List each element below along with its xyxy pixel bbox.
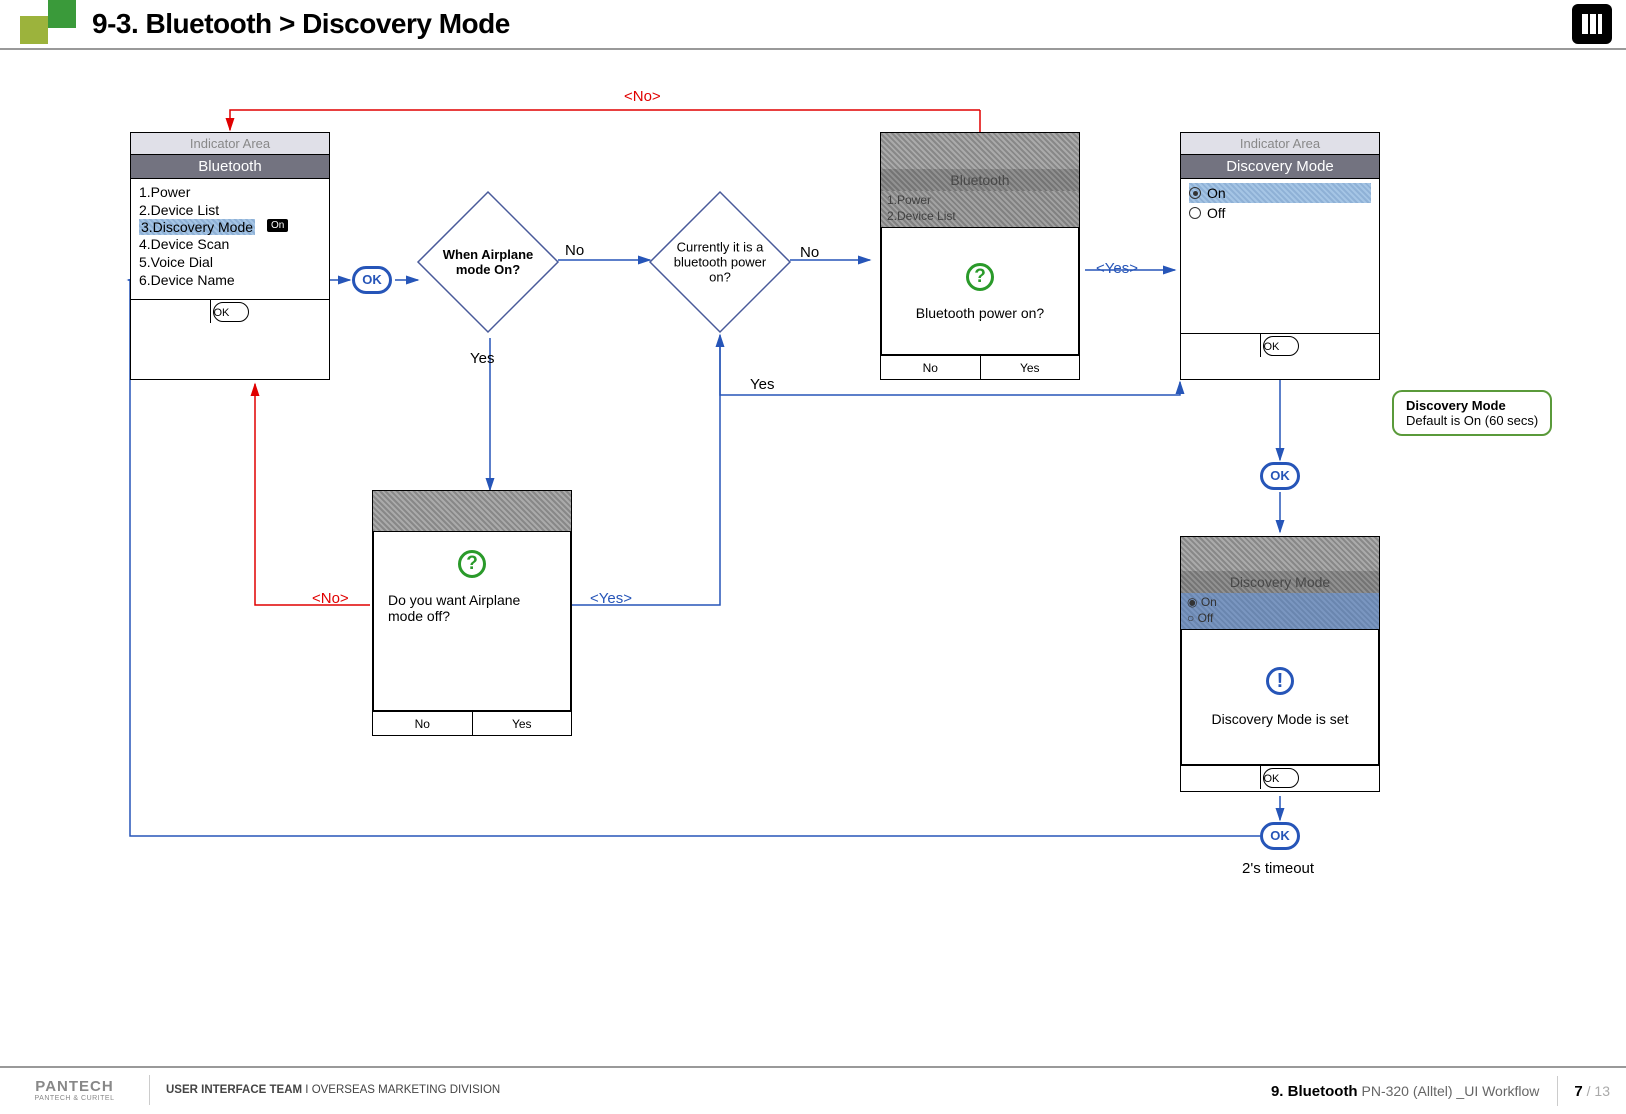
dimmed-title: Bluetooth: [881, 169, 1079, 191]
menu-item[interactable]: 1.Power: [139, 183, 321, 201]
decision-bt-power: Currently it is a bluetooth power on?: [650, 192, 790, 332]
pantech-logo: PANTECH PANTECH & CURITEL: [0, 1075, 150, 1105]
edge-label-no: <No>: [624, 88, 661, 105]
screen-airplane-popup: ? Do you want Airplane mode off? No Yes: [372, 490, 572, 736]
screen-bluetooth-menu: Indicator Area Bluetooth 1.Power 2.Devic…: [130, 132, 330, 380]
edge-label-no: No: [565, 242, 584, 259]
popup-message: Discovery Mode is set: [1204, 703, 1357, 735]
page-footer: PANTECH PANTECH & CURITEL USER INTERFACE…: [0, 1066, 1626, 1112]
dimmed-menu: 1.Power 2.Device List: [881, 191, 1079, 227]
softkey-ok[interactable]: OK: [1263, 336, 1299, 356]
ui-logo-icon: [1572, 4, 1612, 44]
decision-text: Currently it is a bluetooth power on?: [665, 240, 775, 285]
note-body: Default is On (60 secs): [1406, 413, 1538, 428]
info-icon: !: [1266, 667, 1294, 695]
softkey-bar: OK: [1181, 765, 1379, 789]
diagram-canvas: Indicator Area Bluetooth 1.Power 2.Devic…: [0, 50, 1626, 1066]
popup-message: Do you want Airplane mode off?: [384, 586, 560, 630]
on-badge: On: [267, 219, 288, 232]
radio-label: Off: [1207, 205, 1225, 221]
softkey-right[interactable]: [1301, 334, 1380, 357]
softkey-bar: No Yes: [881, 355, 1079, 379]
radio-option-off[interactable]: Off: [1189, 203, 1371, 223]
page-number: 7 / 13: [1558, 1083, 1626, 1100]
menu-item[interactable]: 5.Voice Dial: [139, 253, 321, 271]
softkey-yes[interactable]: Yes: [473, 712, 572, 735]
dimmed-indicator: [373, 491, 571, 531]
softkey-left[interactable]: [131, 300, 211, 323]
ok-action-pill: OK: [1260, 822, 1300, 850]
softkey-right[interactable]: [251, 300, 330, 323]
ok-action-pill: OK: [1260, 462, 1300, 490]
radio-list: On Off: [1181, 179, 1379, 333]
menu-item[interactable]: 4.Device Scan: [139, 235, 321, 253]
softkey-bar: OK: [1181, 333, 1379, 357]
softkey-no[interactable]: No: [881, 356, 981, 379]
screen-bt-power-popup: Bluetooth 1.Power 2.Device List ? Blueto…: [880, 132, 1080, 380]
menu-item[interactable]: 2.Device List: [139, 201, 321, 219]
note-title: Discovery Mode: [1406, 398, 1506, 413]
edge-label-yes: <Yes>: [590, 590, 632, 607]
menu-item-label: 3.Discovery Mode: [139, 219, 255, 235]
menu-item-selected[interactable]: 3.Discovery Mode On: [139, 219, 321, 235]
title-bar: Bluetooth: [131, 155, 329, 179]
menu-item[interactable]: 6.Device Name: [139, 271, 321, 289]
menu-list: 1.Power 2.Device List 3.Discovery Mode O…: [131, 179, 329, 299]
softkey-no[interactable]: No: [373, 712, 473, 735]
color-tab: [20, 0, 75, 44]
edge-label-yes: <Yes>: [1096, 260, 1138, 277]
indicator-area: Indicator Area: [131, 133, 329, 155]
edge-label-no: <No>: [312, 590, 349, 607]
dimmed-title: Discovery Mode: [1181, 571, 1379, 593]
softkey-left[interactable]: [1181, 766, 1261, 789]
softkey-ok[interactable]: OK: [213, 302, 249, 322]
edge-label-yes: Yes: [470, 350, 494, 367]
radio-option-on[interactable]: On: [1189, 183, 1371, 203]
radio-label: On: [1207, 185, 1226, 201]
team-text: USER INTERFACE TEAM I OVERSEAS MARKETING…: [150, 1084, 500, 1096]
question-icon: ?: [966, 263, 994, 291]
ok-action-pill: OK: [352, 266, 392, 294]
edge-label-yes: Yes: [750, 376, 774, 393]
indicator-area: Indicator Area: [1181, 133, 1379, 155]
question-icon: ?: [458, 550, 486, 578]
popup-message: Bluetooth power on?: [910, 299, 1050, 327]
dimmed-indicator: [881, 133, 1079, 169]
screen-discovery-set-popup: Discovery Mode ◉ On ○ Off ! Discovery Mo…: [1180, 536, 1380, 792]
footer-right: 9. Bluetooth PN-320 (Alltel) _UI Workflo…: [1271, 1068, 1626, 1114]
dimmed-options: ◉ On ○ Off: [1181, 593, 1379, 629]
edge-label-no: No: [800, 244, 819, 261]
timeout-label: 2's timeout: [1242, 860, 1314, 877]
screen-discovery-mode: Indicator Area Discovery Mode On Off OK: [1180, 132, 1380, 380]
softkey-ok[interactable]: OK: [1263, 768, 1299, 788]
page-title: 9-3. Bluetooth > Discovery Mode: [92, 8, 510, 40]
softkey-yes[interactable]: Yes: [981, 356, 1080, 379]
title-bar: Discovery Mode: [1181, 155, 1379, 179]
decision-text: When Airplane mode On?: [433, 247, 543, 277]
softkey-left[interactable]: [1181, 334, 1261, 357]
section-text: 9. Bluetooth PN-320 (Alltel) _UI Workflo…: [1271, 1076, 1558, 1106]
note-box: Discovery Mode Default is On (60 secs): [1392, 390, 1552, 436]
softkey-bar: No Yes: [373, 711, 571, 735]
dimmed-indicator: [1181, 537, 1379, 571]
softkey-right[interactable]: [1301, 766, 1380, 789]
softkey-bar: OK: [131, 299, 329, 323]
page-header: 9-3. Bluetooth > Discovery Mode: [0, 0, 1626, 50]
decision-airplane-mode: When Airplane mode On?: [418, 192, 558, 332]
